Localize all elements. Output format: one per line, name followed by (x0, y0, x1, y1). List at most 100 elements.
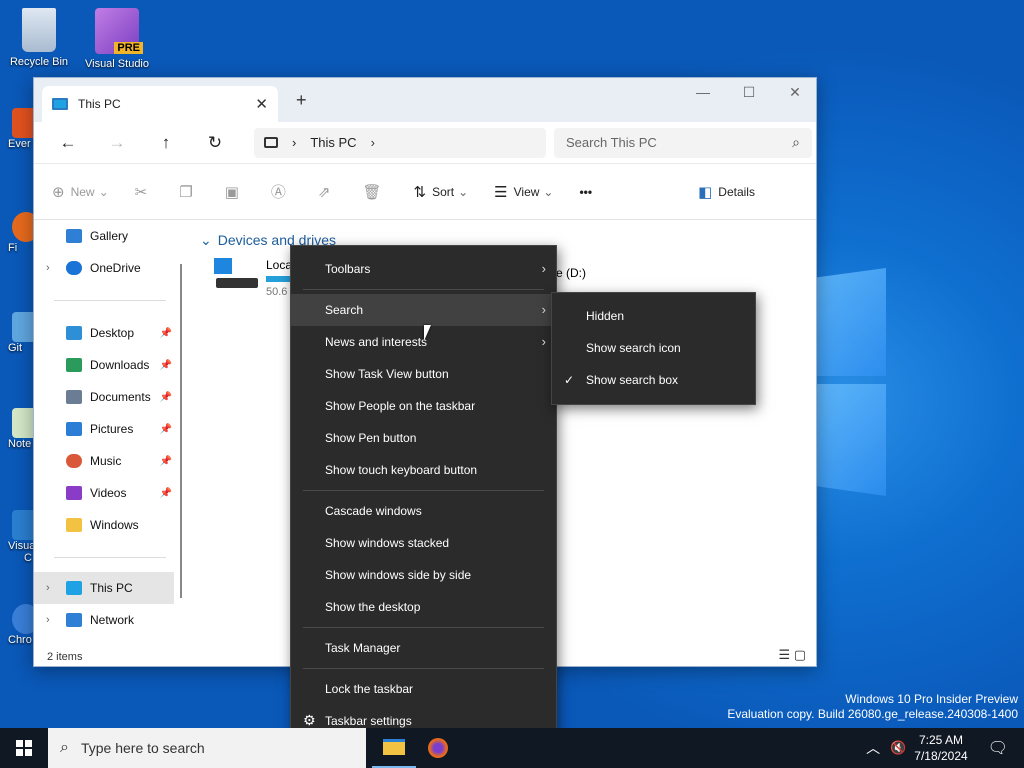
desktop-icon-chrome[interactable]: Chro (0, 604, 34, 646)
chevron-right-icon[interactable]: › (371, 135, 375, 150)
expand-chevron-icon[interactable]: › (46, 582, 50, 594)
search-placeholder: Search This PC (566, 135, 657, 150)
scrollbar-thumb[interactable] (180, 264, 182, 598)
up-button[interactable]: ↑ (150, 133, 182, 153)
desktop-icon-recycle-bin[interactable]: Recycle Bin (1, 8, 77, 69)
new-tab-button[interactable]: + (296, 90, 307, 111)
copy-button[interactable]: ❐ (179, 183, 198, 201)
clock-date: 7/18/2024 (914, 749, 968, 763)
sidebar-item-label: Windows (90, 518, 139, 532)
sidebar-item-network[interactable]: › Network (34, 604, 174, 636)
delete-button[interactable]: 🗑 (362, 183, 387, 201)
sidebar-item-pictures[interactable]: Pictures 📌 (34, 413, 174, 445)
menu-item-windows-stacked[interactable]: Show windows stacked (291, 527, 556, 559)
view-toggle-icons[interactable]: ☰ ▢ (778, 646, 806, 664)
paste-button[interactable]: ▣ (225, 183, 245, 201)
menu-item-label: Show Pen button (325, 431, 417, 445)
more-options-button[interactable]: ••• (579, 185, 592, 199)
watermark-line-2: Evaluation copy. Build 26080.ge_release.… (727, 707, 1018, 721)
back-button[interactable]: ← (52, 133, 84, 153)
desktop-icon-firefox[interactable]: Fi (0, 212, 34, 254)
sidebar-item-gallery[interactable]: Gallery (34, 220, 174, 252)
desktop-folder-icon (66, 326, 82, 340)
desktop-icon-visual-studio[interactable]: PRE Visual Studio (79, 8, 155, 71)
sidebar-item-music[interactable]: Music 📌 (34, 445, 174, 477)
submenu-item-show-search-icon[interactable]: Show search icon (552, 332, 755, 364)
chevron-up-icon[interactable]: ︿ (866, 738, 880, 758)
menu-item-people[interactable]: Show People on the taskbar (291, 390, 556, 422)
desktop-icon-label: Recycle Bin (9, 56, 69, 68)
address-bar[interactable]: › This PC › (254, 127, 546, 158)
new-label: New (70, 184, 95, 199)
sort-icon: ⇅ (413, 183, 427, 201)
close-window-button[interactable]: ✕ (772, 84, 818, 101)
refresh-button[interactable]: ↻ (199, 133, 231, 153)
menu-item-cascade-windows[interactable]: Cascade windows (291, 495, 556, 527)
submenu-item-hidden[interactable]: Hidden (552, 300, 755, 332)
cut-button[interactable]: ✂ (135, 183, 154, 201)
desktop-icon-visual-code[interactable]: Visua C (0, 510, 34, 564)
breadcrumb-this-pc[interactable]: This PC (310, 135, 356, 150)
sidebar-item-this-pc[interactable]: › This PC (34, 572, 174, 604)
sidebar-item-label: OneDrive (90, 261, 141, 275)
view-button[interactable]: ☰ View ⌄ (494, 183, 553, 201)
details-label: Details (718, 184, 755, 199)
desktop-icon-notepad[interactable]: Note (0, 408, 34, 450)
sidebar-item-onedrive[interactable]: › OneDrive (34, 252, 174, 284)
desktop-icon-label: Chro (8, 634, 32, 646)
sidebar-item-documents[interactable]: Documents 📌 (34, 381, 174, 413)
menu-item-task-view[interactable]: Show Task View button (291, 358, 556, 390)
tab-this-pc[interactable]: This PC ✕ (42, 86, 278, 122)
chevron-down-icon: ⌄ (200, 232, 212, 248)
forward-button[interactable]: → (101, 133, 133, 153)
clock[interactable]: 7:25 AM 7/18/2024 (914, 732, 967, 764)
menu-item-lock-taskbar[interactable]: Lock the taskbar (291, 673, 556, 705)
menu-item-task-manager[interactable]: Task Manager (291, 632, 556, 664)
start-button[interactable] (0, 728, 48, 768)
search-icon: ⌕ (792, 133, 800, 150)
sidebar-item-desktop[interactable]: Desktop 📌 (34, 317, 174, 349)
sidebar-item-downloads[interactable]: Downloads 📌 (34, 349, 174, 381)
notification-icon[interactable]: 🗨 (988, 738, 1008, 758)
details-button[interactable]: ◧ Details (698, 183, 755, 201)
item-count: 2 items (47, 651, 83, 663)
desktop-icon-git[interactable]: Git (0, 312, 34, 354)
search-this-pc-input[interactable]: Search This PC ⌕ (554, 127, 812, 158)
expand-chevron-icon[interactable]: › (46, 262, 50, 274)
network-icon (66, 613, 82, 627)
rename-button[interactable]: Ⓐ (271, 181, 292, 202)
close-tab-icon[interactable]: ✕ (255, 95, 268, 113)
details-pane-icon: ◧ (698, 183, 713, 201)
drive-free-space: 50.6 (266, 286, 288, 298)
this-pc-icon (66, 581, 82, 595)
sort-button[interactable]: ⇅ Sort ⌄ (414, 183, 469, 201)
sidebar-item-videos[interactable]: Videos 📌 (34, 477, 174, 509)
maximize-button[interactable]: ☐ (726, 84, 772, 101)
desktop-icon-evernote[interactable]: Ever (0, 108, 34, 150)
menu-item-pen[interactable]: Show Pen button (291, 422, 556, 454)
sidebar-item-label: Network (90, 613, 135, 627)
menu-item-touch-keyboard[interactable]: Show touch keyboard button (291, 454, 556, 486)
desktop-icon-label: Visual Studio (84, 58, 149, 70)
menu-item-toolbars[interactable]: Toolbars › (291, 253, 556, 285)
drive-local-disk[interactable]: Loca 50.6 (214, 258, 296, 298)
recycle-bin-icon (22, 8, 56, 52)
drive-d[interactable]: e (D:) (556, 266, 586, 280)
speaker-muted-icon[interactable]: 🔇 (890, 740, 906, 756)
taskbar-search-box[interactable]: ⌕ Type here to search (48, 728, 366, 768)
share-button[interactable]: ⇗ (318, 183, 337, 201)
new-button[interactable]: ⊕ New ⌄ (52, 183, 109, 201)
expand-chevron-icon[interactable]: › (46, 614, 50, 626)
minimize-button[interactable]: — (680, 84, 726, 100)
menu-item-side-by-side[interactable]: Show windows side by side (291, 559, 556, 591)
taskbar: ⌕ Type here to search ︿ 🔇 7:25 AM 7/18/2… (0, 728, 1024, 768)
taskbar-file-explorer[interactable] (372, 728, 416, 768)
taskbar-firefox[interactable] (416, 728, 460, 768)
sidebar-scrollbar[interactable] (180, 220, 184, 648)
menu-item-show-desktop[interactable]: Show the desktop (291, 591, 556, 623)
menu-item-label: Hidden (586, 309, 625, 323)
menu-item-search[interactable]: Search › (291, 294, 556, 326)
sidebar-item-windows[interactable]: Windows (34, 509, 174, 541)
hard-drive-icon (216, 278, 258, 288)
submenu-item-show-search-box[interactable]: ✓ Show search box (552, 364, 755, 396)
